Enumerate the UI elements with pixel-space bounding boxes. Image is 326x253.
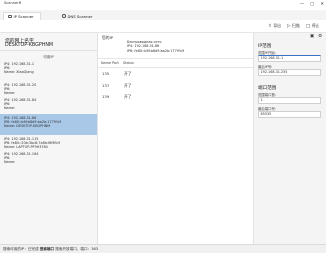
ip-range-title: IP范围 bbox=[258, 44, 272, 49]
port-range-title: 端口范围 bbox=[258, 86, 277, 91]
scan-button[interactable]: ▷ 扫描 bbox=[287, 23, 300, 29]
monitor-icon bbox=[8, 14, 12, 19]
local-ip-info: Беспроводная сеть IP4: 192.168.31.86 IP6… bbox=[127, 40, 184, 53]
host-name: Name: DESKTOP-KBGPHNM bbox=[4, 123, 51, 128]
close-icon[interactable]: ✕ bbox=[320, 0, 324, 9]
app-title: ScannerR bbox=[4, 1, 22, 5]
status-port-scan: 搜索端口 bbox=[39, 246, 55, 251]
host-list-item-selected[interactable]: IP4: 192.168.31.86 IP6: fe80::b6f:b8d9:b… bbox=[0, 114, 97, 135]
tab-strip: IP Scanner DNS Scanner bbox=[0, 10, 326, 20]
export-label: 导出 bbox=[273, 23, 281, 28]
save-icon[interactable]: ▣ bbox=[310, 34, 314, 39]
globe-icon bbox=[62, 14, 66, 18]
host-name: Name: bbox=[4, 159, 16, 164]
tab-label: IP Scanner bbox=[13, 14, 34, 19]
stop-label: 停止 bbox=[311, 23, 320, 28]
column-header-port[interactable]: Name Port bbox=[101, 61, 119, 65]
divider bbox=[98, 58, 253, 59]
minimize-icon[interactable]: — bbox=[300, 0, 304, 9]
port-start-field[interactable]: 1 bbox=[258, 97, 321, 104]
ip-end-field[interactable]: 192.168.31.255 bbox=[258, 69, 321, 76]
port-status: 开了 bbox=[124, 94, 132, 99]
status-prefix: 搜索可用的IP：已完成 bbox=[3, 246, 39, 251]
settings-icons: ▣ ⚙ bbox=[310, 34, 322, 39]
port-row[interactable]: 137 开了 bbox=[98, 82, 253, 91]
local-ip-label: 您的IP bbox=[102, 35, 114, 40]
tab-label: DNS Scanner bbox=[67, 13, 93, 19]
port-number: 139 bbox=[102, 94, 110, 99]
settings-panel: ▣ ⚙ IP范围 范围IP开始: 192.168.31.1 最后IP号: 192… bbox=[253, 33, 326, 244]
stop-icon: □ bbox=[306, 23, 311, 29]
port-panel: 您的IP Беспроводная сеть IP4: 192.168.31.8… bbox=[98, 33, 253, 244]
window-title-bar: ScannerR — ▢ ✕ bbox=[0, 0, 326, 10]
window-controls: — ▢ ✕ bbox=[300, 0, 324, 9]
export-button[interactable]: ⇪ 导出 bbox=[268, 23, 281, 29]
port-number: 137 bbox=[102, 83, 110, 88]
toolbar: ⇪ 导出 ▷ 扫描 □ 停止 bbox=[0, 20, 326, 33]
local-ip6: IP6: fe80::b6f:b8d9:ba2b:1779%9 bbox=[127, 48, 185, 53]
scan-label: 扫描 bbox=[292, 23, 300, 28]
column-header-status[interactable]: Status bbox=[123, 61, 134, 65]
port-row[interactable]: 135 开了 bbox=[98, 70, 253, 79]
host-list-item[interactable]: IP4: 192.168.31.164 IP6: Name: bbox=[0, 150, 97, 171]
host-list-item[interactable]: IP4: 192.168.31.1 IP6: Name: XiaoQiang bbox=[0, 60, 97, 81]
port-number: 135 bbox=[102, 71, 110, 76]
pc-name-value: DESKTOP-KBGPHNM bbox=[5, 43, 54, 48]
status-suffix: 搜索开放端口，端口：363 bbox=[55, 246, 99, 251]
play-icon: ▷ bbox=[287, 23, 291, 29]
maximize-icon[interactable]: ▢ bbox=[310, 0, 314, 9]
status-bar: 搜索可用的IP：已完成 搜索端口 搜索开放端口，端口：363 bbox=[0, 244, 326, 253]
port-status: 开了 bbox=[124, 71, 132, 76]
gear-icon[interactable]: ⚙ bbox=[318, 34, 322, 39]
port-status: 开了 bbox=[124, 83, 132, 88]
host-name: Name: LAPTOP-PF9H3784 bbox=[4, 144, 48, 149]
stop-button[interactable]: □ 停止 bbox=[306, 23, 319, 29]
port-end-field[interactable]: 65535 bbox=[258, 111, 321, 118]
divider bbox=[98, 67, 253, 68]
tab-dns-scanner[interactable]: DNS Scanner bbox=[58, 12, 98, 20]
port-row[interactable]: 139 开了 bbox=[98, 93, 253, 102]
tab-ip-scanner[interactable]: IP Scanner bbox=[3, 12, 41, 20]
status-text: 搜索可用的IP：已完成 搜索端口 搜索开放端口，端口：363 bbox=[3, 247, 98, 252]
host-name: Name: bbox=[4, 90, 16, 95]
ip-start-field[interactable]: 192.168.31.1 bbox=[258, 55, 321, 62]
divider bbox=[0, 50, 97, 51]
host-panel: 您的网上名字 DESKTOP-KBGPHNM 可用IP IP4: 192.168… bbox=[0, 33, 98, 244]
export-icon: ⇪ bbox=[268, 23, 272, 29]
host-name: Name: bbox=[4, 105, 16, 110]
host-name: Name: XiaoQiang bbox=[4, 69, 34, 74]
